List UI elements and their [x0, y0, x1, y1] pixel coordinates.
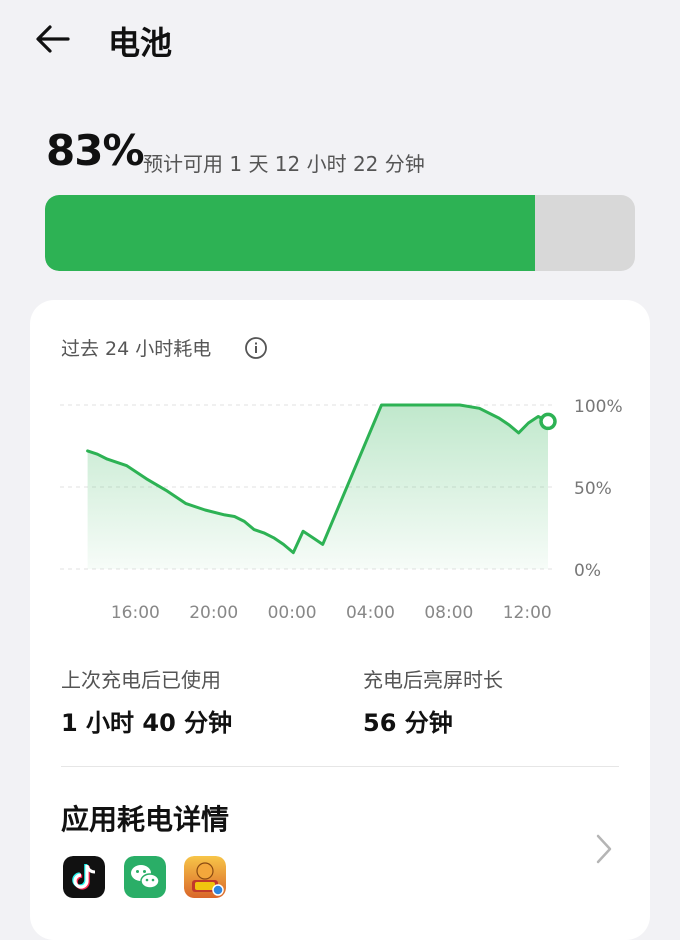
game-icon	[184, 856, 226, 898]
data-point	[184, 502, 187, 505]
data-point	[478, 407, 481, 410]
data-point	[233, 515, 236, 518]
page-title: 电池	[108, 24, 173, 62]
chevron-right-icon	[592, 832, 616, 866]
chart-title: 过去 24 小时耗电	[61, 338, 212, 360]
data-point	[498, 417, 501, 420]
data-point	[262, 531, 265, 534]
data-point	[321, 543, 324, 546]
since-charge-label: 上次充电后已使用	[61, 668, 221, 692]
battery-percent: 83%	[46, 126, 145, 175]
data-point	[458, 404, 461, 406]
data-point	[164, 489, 167, 492]
data-point	[311, 536, 314, 539]
y-tick-label: 100%	[574, 397, 623, 417]
back-button[interactable]	[30, 16, 76, 62]
x-tick-label: 00:00	[268, 603, 317, 623]
data-point	[507, 423, 510, 426]
y-tick-label: 50%	[574, 479, 612, 499]
data-point	[125, 464, 128, 467]
x-tick-label: 08:00	[424, 603, 473, 623]
data-point	[282, 543, 285, 546]
data-point	[292, 551, 295, 554]
data-point	[145, 477, 148, 480]
battery-usage-chart: 100% 50% 0% 16:00 20:00 00:00 04:00 08:00 12:00	[60, 397, 623, 623]
data-point	[96, 453, 99, 456]
data-point	[204, 508, 207, 511]
current-level-marker	[539, 412, 557, 431]
data-point	[86, 449, 89, 452]
battery-level-fill	[45, 195, 535, 271]
battery-estimate: 预计可用 1 天 12 小时 22 分钟	[143, 152, 425, 176]
x-tick-label: 20:00	[189, 603, 238, 623]
app-usage-title: 应用耗电详情	[61, 803, 230, 836]
data-point	[253, 528, 256, 531]
y-tick-label: 0%	[574, 561, 601, 581]
data-point	[106, 458, 109, 461]
screen-on-label: 充电后亮屏时长	[363, 668, 503, 692]
data-point	[223, 513, 226, 516]
data-point	[272, 536, 275, 539]
wechat-icon	[124, 856, 166, 898]
info-icon[interactable]	[244, 336, 268, 360]
x-tick-label: 04:00	[346, 603, 395, 623]
data-point	[527, 422, 530, 425]
divider	[61, 766, 619, 767]
data-point	[243, 520, 246, 523]
data-point	[517, 431, 520, 434]
data-point	[380, 404, 383, 406]
tiktok-icon	[63, 856, 105, 898]
x-tick-label: 16:00	[111, 603, 160, 623]
data-point	[537, 415, 540, 418]
x-tick-label: 12:00	[503, 603, 552, 623]
data-point	[302, 530, 305, 533]
top-bar: 电池	[0, 0, 680, 80]
back-arrow-icon	[36, 25, 70, 53]
since-charge-value: 1 小时 40 分钟	[61, 709, 233, 737]
screen-on-value: 56 分钟	[363, 709, 453, 737]
battery-level-bar	[45, 195, 635, 271]
